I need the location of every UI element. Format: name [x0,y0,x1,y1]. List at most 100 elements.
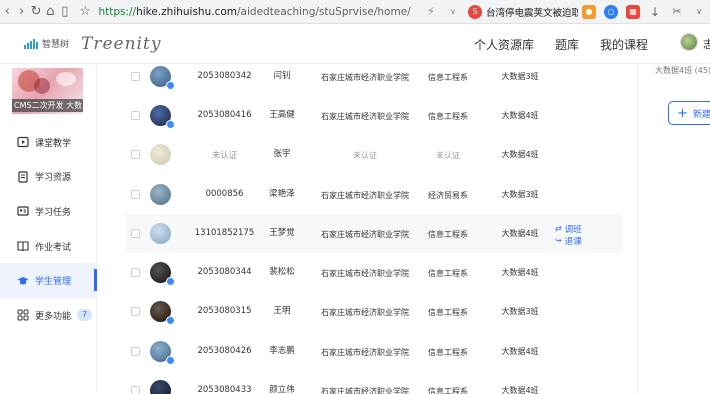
plus-icon: + [677,105,688,121]
row-checkbox[interactable] [131,228,140,238]
class-title[interactable]: 大数据4班 (45) [655,65,710,76]
student-id: 2053080315 [197,306,252,317]
row-checkbox[interactable] [131,110,140,120]
student-name: 王梦觉 [269,227,295,238]
nav-question-bank[interactable]: 题库 [555,36,579,53]
table-row[interactable]: 0000856 梁艳泽 石家庄城市经济职业学院 经济贸易系 大数据3班 [125,175,622,214]
back-icon[interactable]: ‹ [0,0,14,24]
chat-icon[interactable]: ○ [604,4,619,19]
sogou-icon[interactable]: S [468,4,483,19]
new-class-button[interactable]: + 新建 [668,101,710,125]
row-checkbox[interactable] [131,71,140,81]
nav-personal-library[interactable]: 个人资源库 [474,36,534,53]
student-class: 大数据3班 [501,189,539,199]
new-class-label: 新建 [692,109,710,120]
change-class-button[interactable]: ⇄ 调班 [555,223,582,235]
forward-icon[interactable]: › [14,0,28,24]
student-class: 大数据4班 [501,110,539,120]
grid-app-icon[interactable]: ▦ [626,4,641,19]
table-row[interactable]: 2053080342 闫钊 石家庄城市经济职业学院 信息工程系 大数据3班 [125,65,622,96]
star-icon[interactable]: ☆ [78,0,92,24]
user-avatar[interactable] [680,33,698,51]
table-row[interactable]: 13101852175 王梦觉 石家庄城市经济职业学院 信息工程系 大数据4班 ⇄ 调班 ↪ 退… [125,214,622,254]
row-checkbox[interactable] [131,307,140,317]
student-id: 2053080342 [197,70,252,81]
student-department: 未认证 [436,151,460,161]
table-row[interactable]: 2053080315 王明 石家庄城市经济职业学院 信息工程系 大数据3班 [125,293,622,332]
task-card-icon [17,205,29,217]
treenity-brand: Treenity [81,33,162,54]
student-class: 大数据4班 [501,268,539,278]
site-header: 智慧树 Treenity 个人资源库 题库 我的课程 志 [0,24,710,64]
student-class: 大数据4班 [501,228,539,238]
row-checkbox[interactable] [131,189,140,199]
address-bar[interactable]: https:// hike.zhihuishu.com /aidedteachi… [98,0,412,24]
verified-badge-icon [166,80,175,90]
student-name: 闫钊 [273,70,291,81]
sidebar-item-4[interactable]: 学生管理 [0,263,97,298]
news-ticker[interactable]: 台湾停电震荚文被迫取消首 [486,5,578,19]
table-row[interactable]: 2053080416 王高健 石家庄城市经济职业学院 信息工程系 大数据4班 [125,96,622,135]
more-icon[interactable]: ∨ [692,5,706,19]
avatar[interactable] [150,380,171,394]
student-id: 13101852175 [194,227,255,238]
download-icon[interactable]: ↓ [648,5,662,19]
student-school: 石家庄城市经济职业学院 [321,269,409,279]
student-school: 石家庄城市经济职业学院 [321,347,409,357]
drop-course-button[interactable]: ↪ 退课 [555,235,582,247]
nav-my-courses[interactable]: 我的课程 [600,36,648,53]
avatar[interactable] [150,222,171,244]
sidebar-item-label: 作业考试 [35,242,72,253]
sidebar: CMS二次开发 大数... 课堂教学 学习资源 学习任务作业考试学生管理 更多功能 7 [0,65,97,394]
sidebar-item-3[interactable]: 作业考试 [0,229,97,264]
avatar[interactable] [150,144,171,166]
student-id: 2053080416 [197,109,252,120]
graduation-cap-icon [17,275,29,287]
student-class: 大数据4班 [501,346,539,356]
home-icon[interactable]: ⌂ [43,0,57,24]
row-checkbox[interactable] [131,386,140,394]
change-class-label: 调班 [564,224,582,235]
student-class: 大数据3班 [501,71,539,81]
sidebar-item-5[interactable]: 更多功能 7 [0,298,97,333]
row-checkbox[interactable] [131,150,140,160]
game-icon[interactable]: ● [582,4,597,19]
course-name[interactable]: CMS二次开发 大数... [12,99,83,112]
sidebar-item-0[interactable]: 课堂教学 [0,125,97,160]
student-name: 颜立伟 [269,385,295,394]
student-id: 2053080433 [197,385,252,394]
row-checkbox[interactable] [131,268,140,278]
url-path: /aidedteaching/stuSprvise/home/10422848 [237,5,412,18]
table-row[interactable]: 2053080426 李志鹏 石家庄城市经济职业学院 信息工程系 大数据4班 [125,332,622,371]
student-class: 大数据3班 [501,307,539,317]
table-row[interactable]: 2053080433 颜立伟 石家庄城市经济职业学院 信息工程系 大数据4班 [125,371,622,394]
student-name: 张宇 [273,149,291,160]
sidebar-item-1[interactable]: 学习资源 [0,160,97,195]
reload-icon[interactable]: ↻ [29,0,43,24]
user-name[interactable]: 志 [703,36,710,52]
student-id: 2053080426 [197,345,252,356]
student-department: 信息工程系 [428,229,468,239]
table-row[interactable]: 2053080344 裴松松 石家庄城市经济职业学院 信息工程系 大数据4班 [125,254,622,293]
student-department: 信息工程系 [428,347,468,357]
avatar[interactable] [150,183,171,205]
lightning-icon[interactable]: ⚡ [424,5,438,19]
swap-icon: ⇄ [555,224,562,234]
student-department: 信息工程系 [428,269,468,279]
scissors-icon[interactable]: ✂ [670,5,684,19]
browser-toolbar: ‹ › ↻ ⌂ ▯ ☆ https:// hike.zhihuishu.com … [0,0,710,24]
sidebar-item-2[interactable]: 学习任务 [0,194,97,229]
student-school: 未认证 [353,151,377,161]
student-class: 大数据4班 [501,386,539,394]
zhihuishu-logo[interactable]: 智慧树 [24,37,69,50]
exam-book-icon [17,240,29,252]
table-row[interactable]: 未认证 张宇 未认证 未认证 大数据4班 [125,136,622,175]
student-school: 石家庄城市经济职业学院 [321,72,409,82]
sidebar-menu: 课堂教学 学习资源 学习任务作业考试学生管理 更多功能 7 [0,125,97,333]
row-checkbox[interactable] [131,346,140,356]
verified-badge-icon [166,355,175,365]
class-panel: 大数据4班 (45) + 新建 [637,65,710,394]
reader-icon[interactable]: ▯ [58,0,72,24]
student-department: 信息工程系 [428,308,468,318]
chevron-down-icon[interactable]: ∨ [446,5,460,19]
